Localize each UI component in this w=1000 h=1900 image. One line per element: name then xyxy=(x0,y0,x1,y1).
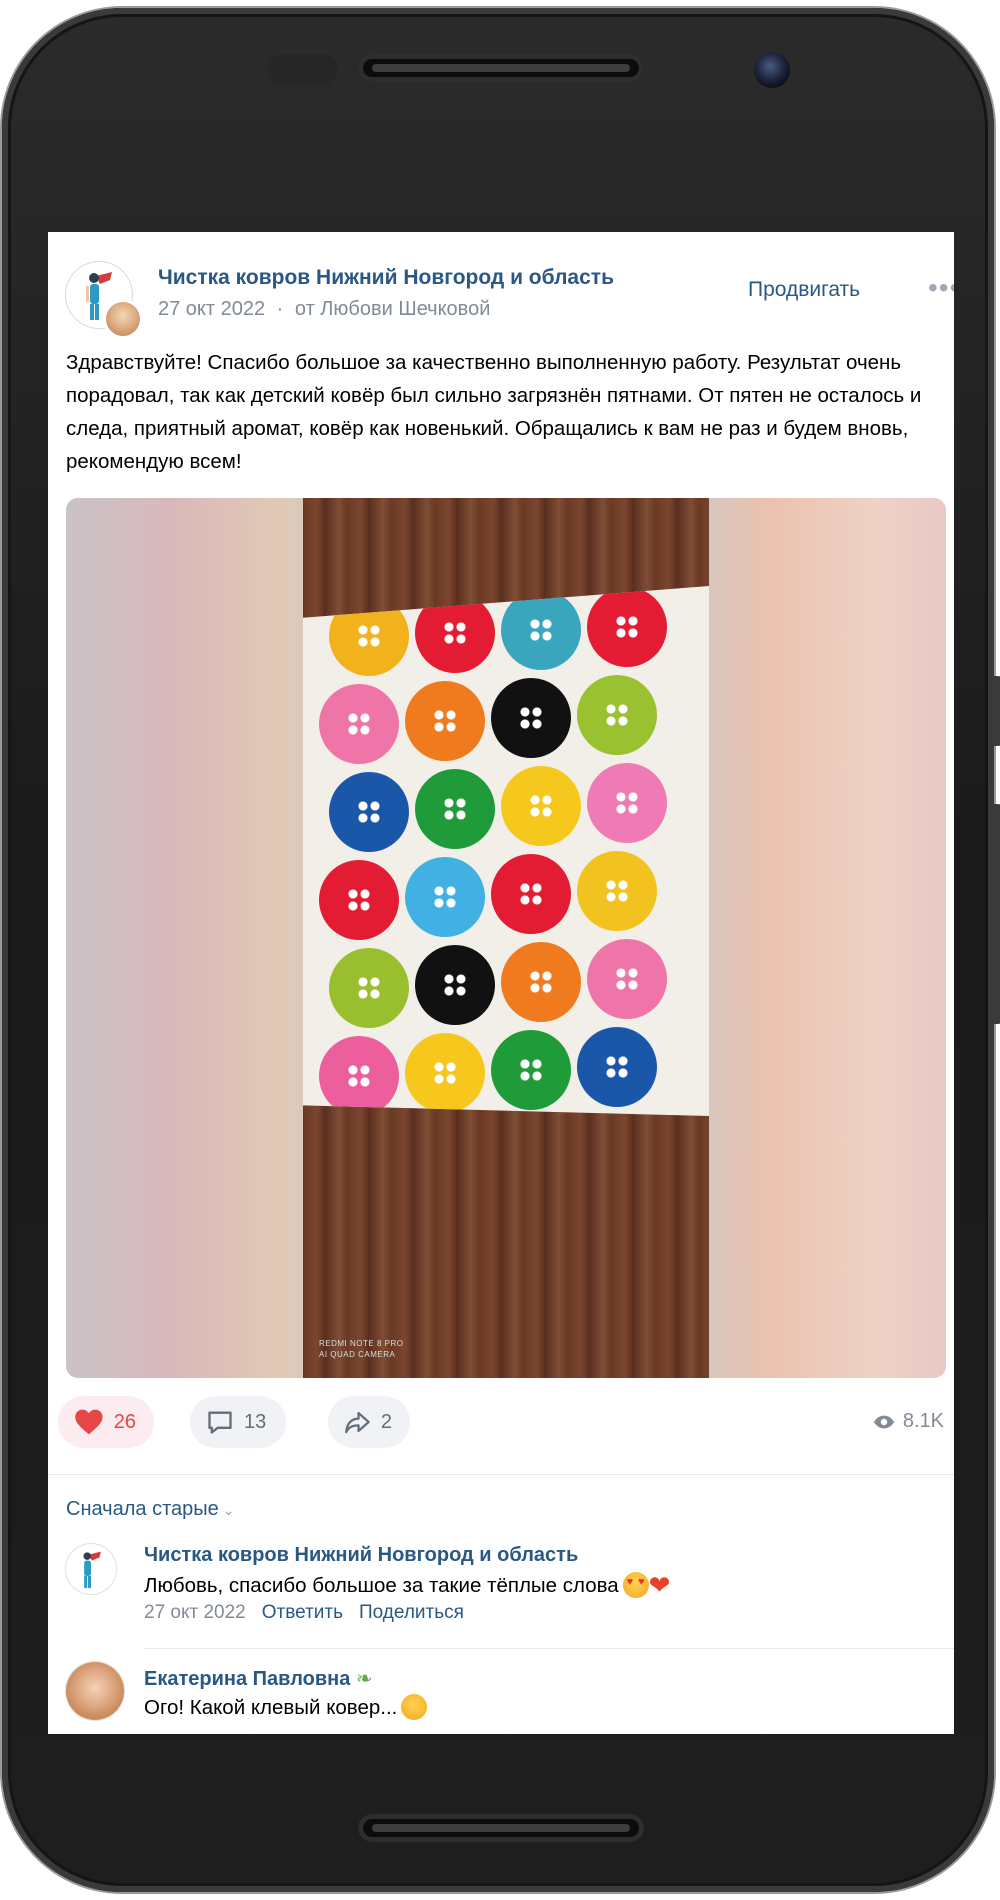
leaf-icon: ❧ xyxy=(355,1668,373,1690)
views-count: 8.1K xyxy=(902,1410,944,1432)
promote-button[interactable]: Продвигать xyxy=(748,278,860,302)
rug xyxy=(303,586,709,1116)
heart-emoji-icon: ❤ xyxy=(648,1570,671,1600)
rug-dot xyxy=(501,590,581,670)
post-header: Чистка ковров Нижний Новгород и область … xyxy=(66,262,954,342)
rug-dot xyxy=(405,681,485,761)
rug-dot xyxy=(329,948,409,1028)
rug-dot xyxy=(415,945,495,1025)
rug-dot xyxy=(405,1033,485,1113)
comment-meta: 27 окт 2022 Ответить Поделиться xyxy=(144,1602,464,1624)
rug-dot xyxy=(501,942,581,1022)
post-meta: 27 окт 2022 · от Любови Шечковой xyxy=(158,298,490,321)
comments-sort-dropdown[interactable]: Сначала старые ⌄ xyxy=(66,1498,234,1521)
reply-link[interactable]: Ответить xyxy=(262,1602,343,1623)
rug-dot xyxy=(319,860,399,940)
photo-image: REDMI NOTE 8 PRO AI QUAD CAMERA xyxy=(303,498,709,1378)
comment-text: Любовь, спасибо большое за такие тёплые … xyxy=(144,1572,670,1598)
comment-icon xyxy=(208,1411,232,1434)
rug-dot xyxy=(577,675,657,755)
top-speaker xyxy=(358,54,644,82)
volume-button xyxy=(990,676,1000,746)
group-avatar[interactable] xyxy=(66,1544,116,1594)
sort-label: Сначала старые xyxy=(66,1498,219,1520)
rug-dot xyxy=(405,857,485,937)
heart-icon xyxy=(75,1409,103,1435)
post-author-line[interactable]: от Любови Шечковой xyxy=(295,298,490,320)
comment-author-name: Екатерина Павловна xyxy=(144,1668,351,1690)
photo-watermark: REDMI NOTE 8 PRO AI QUAD CAMERA xyxy=(319,1338,403,1360)
rug-dot xyxy=(501,766,581,846)
rug-dot xyxy=(491,1030,571,1110)
rug-dot xyxy=(319,1036,399,1116)
meta-separator: · xyxy=(276,298,284,320)
group-name-link[interactable]: Чистка ковров Нижний Новгород и область xyxy=(158,266,614,290)
proximity-sensor xyxy=(268,54,338,84)
rug-dot xyxy=(415,593,495,673)
comment-date[interactable]: 27 окт 2022 xyxy=(144,1602,246,1623)
like-count: 26 xyxy=(113,1410,136,1433)
share-icon xyxy=(345,1411,370,1434)
comment-item: Чистка ковров Нижний Новгород и область … xyxy=(66,1544,936,1640)
author-avatar[interactable] xyxy=(106,302,140,336)
rug-dot xyxy=(587,939,667,1019)
comment-count: 13 xyxy=(244,1410,267,1433)
front-camera xyxy=(754,52,790,88)
comment-text-content: Любовь, спасибо большое за такие тёплые … xyxy=(144,1574,619,1597)
rug-dot xyxy=(587,763,667,843)
photo-watermark-line2: AI QUAD CAMERA xyxy=(319,1350,396,1359)
comment-author-link[interactable]: Екатерина Павловна ❧ xyxy=(144,1666,373,1691)
thinking-emoji-icon xyxy=(401,1694,428,1720)
screen: Чистка ковров Нижний Новгород и область … xyxy=(48,232,954,1734)
rug-dot xyxy=(329,596,409,676)
views-counter: 8.1K xyxy=(873,1410,944,1433)
divider xyxy=(144,1648,954,1649)
rug-dot xyxy=(587,587,667,667)
rug-dot xyxy=(491,854,571,934)
power-button xyxy=(990,804,1000,1024)
rug-dot xyxy=(319,684,399,764)
comment-item: Екатерина Павловна ❧ Ого! Какой клевый к… xyxy=(66,1662,936,1734)
eye-icon xyxy=(873,1415,894,1428)
rug-dot xyxy=(577,851,657,931)
heart-eyes-emoji-icon xyxy=(622,1572,649,1598)
post-date[interactable]: 27 окт 2022 xyxy=(158,298,265,320)
divider xyxy=(48,1474,954,1475)
comment-button[interactable]: 13 xyxy=(190,1396,286,1448)
post-text: Здравствуйте! Спасибо большое за качеств… xyxy=(66,351,922,473)
share-link[interactable]: Поделиться xyxy=(359,1602,464,1623)
comment-text-content: Ого! Какой клевый ковер... xyxy=(144,1696,398,1719)
photo-watermark-line1: REDMI NOTE 8 PRO xyxy=(319,1339,404,1348)
share-count: 2 xyxy=(380,1410,392,1433)
like-button[interactable]: 26 xyxy=(58,1396,154,1448)
rug-dot xyxy=(577,1027,657,1107)
share-button[interactable]: 2 xyxy=(328,1396,410,1448)
rug-dot xyxy=(491,678,571,758)
bottom-speaker xyxy=(358,1814,644,1842)
post-photo[interactable]: REDMI NOTE 8 PRO AI QUAD CAMERA xyxy=(66,498,946,1378)
rug-dot xyxy=(415,769,495,849)
commenter-avatar[interactable] xyxy=(66,1662,124,1720)
comment-text: Ого! Какой клевый ковер... xyxy=(144,1694,428,1720)
more-options-icon[interactable]: ••• xyxy=(928,272,954,304)
rug-dot xyxy=(329,772,409,852)
chevron-down-icon: ⌄ xyxy=(222,1502,235,1518)
comment-author-link[interactable]: Чистка ковров Нижний Новгород и область xyxy=(144,1544,578,1567)
post-actions: 26 13 2 8.1K xyxy=(58,1396,954,1452)
